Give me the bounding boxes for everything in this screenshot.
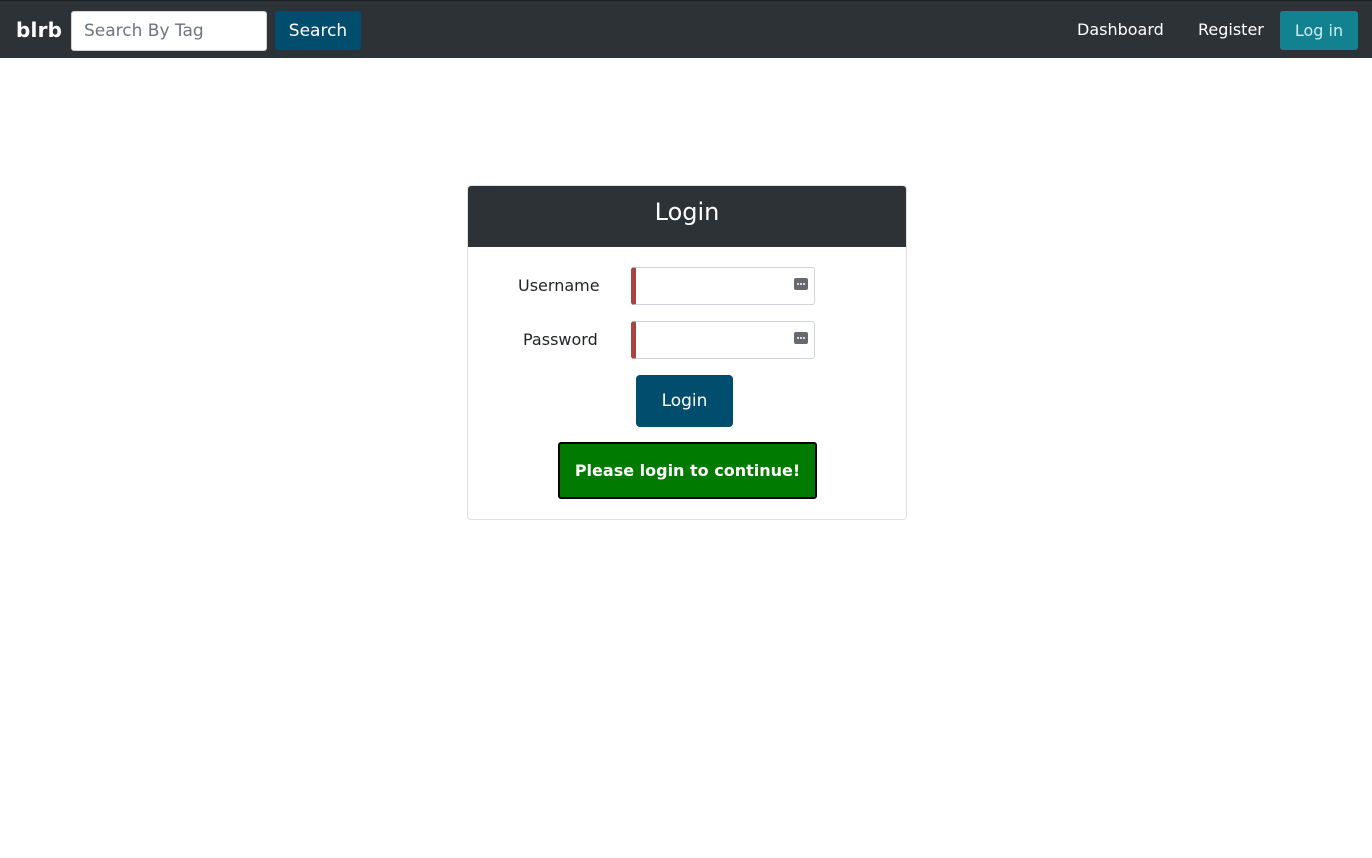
nav-register-link[interactable]: Register (1198, 19, 1264, 41)
login-submit-button[interactable]: Login (636, 375, 733, 427)
nav-login-link[interactable]: Log in (1280, 11, 1358, 50)
username-label: Username (518, 276, 600, 295)
login-required-alert: Please login to continue! (558, 442, 817, 499)
login-card-title: Login (468, 186, 906, 247)
search-button[interactable]: Search (275, 11, 361, 50)
password-manager-key-icon[interactable] (794, 332, 808, 344)
username-field[interactable] (631, 267, 815, 305)
brand-logo[interactable]: blrb (16, 17, 62, 43)
search-input[interactable] (71, 11, 267, 51)
nav-dashboard-link[interactable]: Dashboard (1077, 19, 1164, 41)
login-card: Login Username Password Login Please log… (467, 185, 907, 520)
password-label: Password (523, 330, 598, 349)
top-navbar: blrb Search Dashboard Register Log in (0, 0, 1372, 58)
password-field[interactable] (631, 321, 815, 359)
password-manager-key-icon[interactable] (794, 278, 808, 290)
